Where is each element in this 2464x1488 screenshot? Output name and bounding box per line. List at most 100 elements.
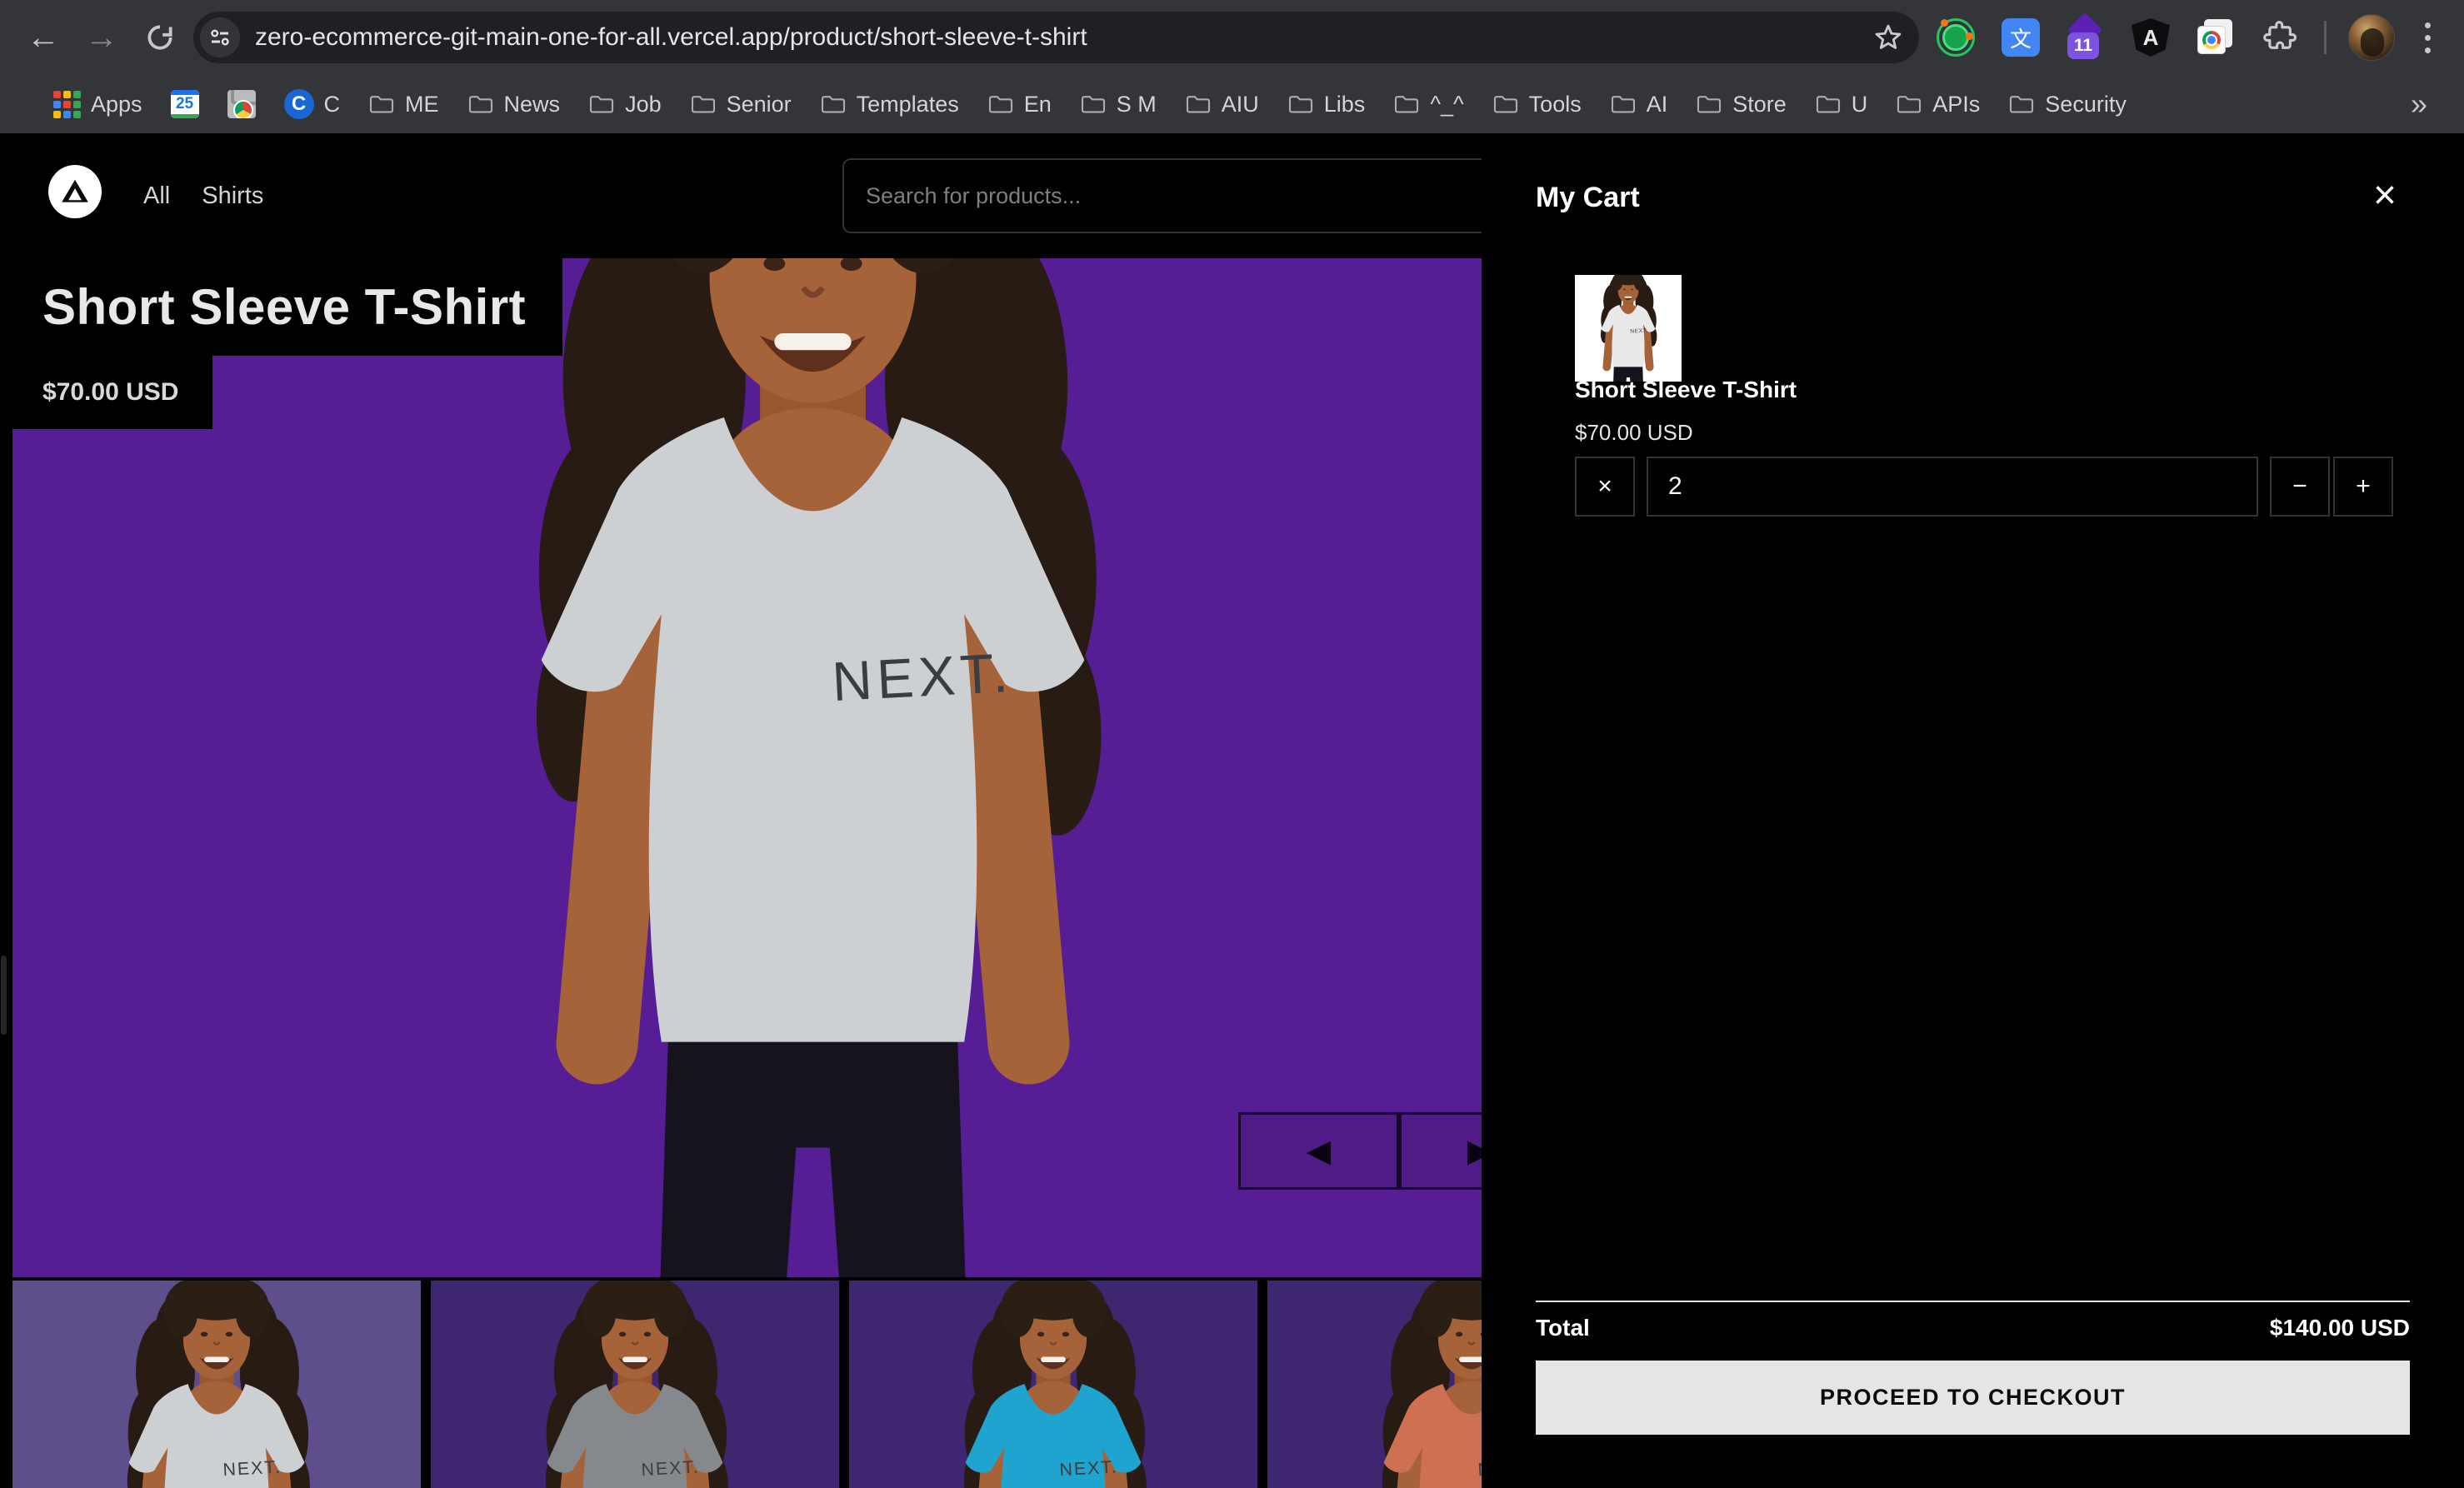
folder-icon [1696, 93, 1722, 115]
folder-icon [1185, 93, 1212, 115]
bookmark-item-^_^[interactable]: ^_^ [1393, 92, 1463, 117]
cart-drawer: My Cart × NEXT. [1482, 133, 2464, 1488]
variant-thumbnail-blue[interactable]: NEXT. [849, 1281, 1257, 1488]
bookmark-item-calendar[interactable]: 25 [171, 90, 199, 118]
variant-thumbnail-white[interactable]: NEXT. [12, 1281, 421, 1488]
profile-avatar[interactable] [2348, 14, 2395, 61]
bookmark-item-APIs[interactable]: APIs [1896, 92, 1980, 117]
bookmark-item-Tools[interactable]: Tools [1492, 92, 1582, 117]
windows-extension-icon[interactable] [2194, 16, 2237, 59]
cart-close-button[interactable]: × [2360, 170, 2410, 220]
quantity-input[interactable] [1647, 457, 2258, 517]
svg-text:NEXT.: NEXT. [831, 642, 1014, 713]
folder-icon [1815, 93, 1842, 115]
bookmark-item-News[interactable]: News [467, 92, 561, 117]
address-bar[interactable]: zero-ecommerce-git-main-one-for-all.verc… [193, 12, 1919, 63]
total-label: Total [1536, 1315, 1590, 1341]
bookmarks-overflow-chevron[interactable]: » [2411, 87, 2439, 122]
variant-photo-gray: NEXT. [518, 1281, 752, 1488]
proceed-to-checkout-button[interactable]: PROCEED TO CHECKOUT [1536, 1361, 2410, 1435]
bookmark-item-Libs[interactable]: Libs [1287, 92, 1366, 117]
svg-text:NEXT.: NEXT. [1630, 328, 1648, 335]
reload-icon [144, 22, 176, 53]
folder-icon [588, 93, 615, 115]
svg-text:NEXT.: NEXT. [222, 1457, 282, 1481]
folder-icon [820, 93, 847, 115]
folder-icon [1287, 93, 1314, 115]
folder-icon [690, 93, 717, 115]
angular-extension-icon[interactable]: A [2129, 16, 2172, 59]
bookmarks-list: Apps25CCMENewsJobSeniorTemplatesEnS MAIU… [53, 89, 2127, 119]
bookmark-item-Security[interactable]: Security [2008, 92, 2127, 117]
bookmark-item-AI[interactable]: AI [1610, 92, 1668, 117]
cart-item-photo: NEXT. [1592, 275, 1664, 382]
left-edge-scrollbar[interactable] [1, 956, 7, 1035]
bookmark-item-Store[interactable]: Store [1696, 92, 1787, 117]
previous-image-button[interactable]: ◀ [1238, 1112, 1399, 1190]
bookmark-item-Apps[interactable]: Apps [53, 91, 142, 118]
folder-icon [987, 93, 1014, 115]
triangle-logo-icon [59, 176, 91, 207]
bookmark-item-U[interactable]: U [1815, 92, 1868, 117]
bookmark-item-Job[interactable]: Job [588, 92, 662, 117]
folder-icon [1080, 93, 1107, 115]
bookmark-item-webstore[interactable] [227, 90, 256, 118]
product-photo-model: NEXT. [452, 258, 1173, 1277]
webstore-bag-icon [227, 90, 256, 118]
variant-photo-white: NEXT. [100, 1281, 333, 1488]
forward-button[interactable]: → [77, 12, 127, 62]
badge-11-extension-icon[interactable]: 11 [2064, 16, 2107, 59]
translate-extension-icon[interactable]: 文 [1999, 16, 2042, 59]
product-price-badge: $70.00 USD [12, 356, 212, 429]
bookmark-item-Senior[interactable]: Senior [690, 92, 792, 117]
search-input[interactable] [866, 183, 1586, 209]
svg-text:NEXT.: NEXT. [1059, 1457, 1118, 1481]
folder-icon [2008, 93, 2035, 115]
folder-icon [467, 93, 494, 115]
puzzle-extensions-icon[interactable] [2259, 16, 2302, 59]
bookmarks-bar: Apps25CCMENewsJobSeniorTemplatesEnS MAIU… [0, 75, 2464, 133]
cart-item-name[interactable]: Short Sleeve T-Shirt [1575, 377, 1797, 403]
calendar-icon: 25 [171, 90, 199, 118]
browser-menu-button[interactable] [2417, 22, 2439, 53]
bookmark-item-Templates[interactable]: Templates [820, 92, 959, 117]
store-logo[interactable] [48, 165, 102, 218]
browser-toolbar: ← → zero-ecommerce-git-main-one-for-all.… [0, 0, 2464, 75]
cart-total-row: Total $140.00 USD [1536, 1315, 2410, 1341]
nav-link-all[interactable]: All [143, 182, 170, 210]
remove-item-button[interactable]: × [1575, 457, 1635, 517]
increase-quantity-button[interactable]: + [2333, 457, 2393, 517]
site-settings-icon[interactable] [200, 17, 240, 57]
bookmark-item-ME[interactable]: ME [368, 92, 439, 117]
reload-button[interactable] [135, 12, 185, 62]
total-value: $140.00 USD [2270, 1315, 2410, 1341]
bookmark-item-C[interactable]: CC [284, 89, 341, 119]
variant-thumbnail-gray[interactable]: NEXT. [431, 1281, 839, 1488]
svg-text:NEXT.: NEXT. [641, 1457, 700, 1481]
cart-item-price: $70.00 USD [1575, 420, 1693, 446]
variant-photo-blue: NEXT. [937, 1281, 1170, 1488]
folder-icon [1610, 93, 1637, 115]
cart-quantity-row: × − + [1575, 457, 2393, 517]
folder-icon [1492, 93, 1519, 115]
folder-icon [368, 93, 395, 115]
product-title: Short Sleeve T-Shirt [12, 258, 562, 356]
bookmark-item-En[interactable]: En [987, 92, 1052, 117]
cart-title: My Cart [1536, 182, 1640, 214]
cart-item-thumbnail[interactable]: NEXT. [1575, 275, 1682, 382]
cart-divider [1536, 1301, 2410, 1302]
folder-icon [1896, 93, 1922, 115]
url-text: zero-ecommerce-git-main-one-for-all.verc… [255, 23, 1857, 52]
extensions-row: 文 11 A [1927, 14, 2446, 61]
back-button[interactable]: ← [18, 12, 68, 62]
decrease-quantity-button[interactable]: − [2270, 457, 2330, 517]
nav-link-shirts[interactable]: Shirts [202, 182, 263, 210]
folder-icon [1393, 93, 1420, 115]
bookmark-star-icon[interactable] [1872, 22, 1904, 53]
page-content: All Shirts [0, 133, 2464, 1488]
orbit-extension-icon[interactable] [1934, 16, 1977, 59]
toolbar-separator [2324, 21, 2327, 54]
bookmark-item-AIU[interactable]: AIU [1185, 92, 1259, 117]
c-favicon: C [284, 89, 314, 119]
bookmark-item-S M[interactable]: S M [1080, 92, 1157, 117]
